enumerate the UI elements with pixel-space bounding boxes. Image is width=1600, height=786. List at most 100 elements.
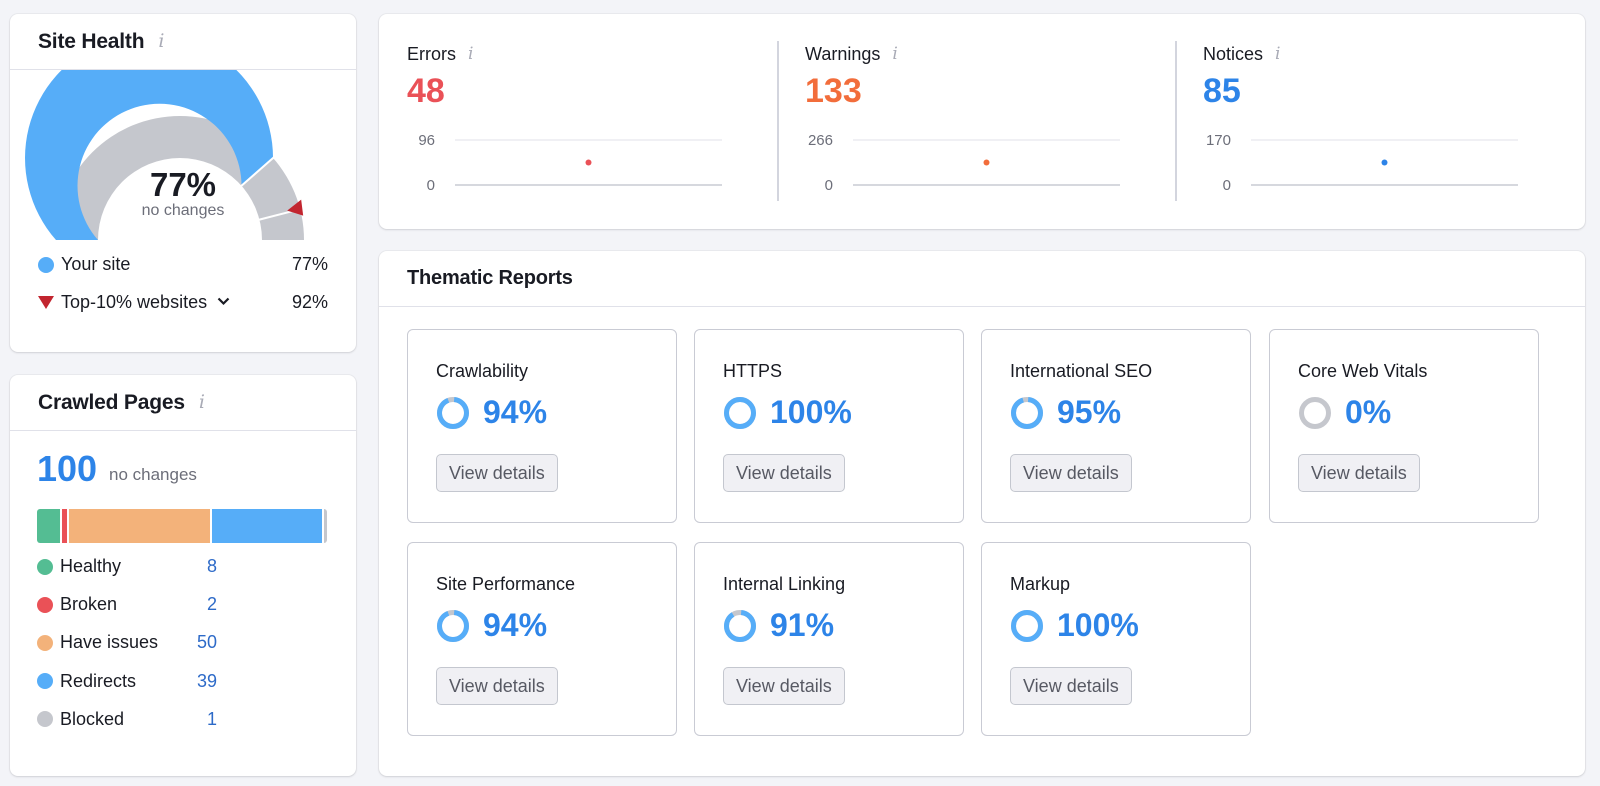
- info-icon[interactable]: i: [199, 393, 205, 412]
- legend-label: Blocked: [60, 708, 125, 729]
- report-name: Crawlability: [436, 361, 529, 381]
- status-dot-icon: [37, 558, 53, 575]
- errors-count[interactable]: 48: [407, 72, 445, 111]
- donut-progress-icon: [724, 396, 756, 429]
- thematic-reports-title: Thematic Reports: [407, 267, 573, 289]
- warnings-count[interactable]: 133: [805, 72, 862, 111]
- report-tile: Site Performance 94% View details: [407, 542, 677, 736]
- report-name: Internal Linking: [723, 574, 846, 594]
- status-dot-icon: [37, 673, 53, 690]
- crawled-pages-legend-row: Healthy 8: [37, 556, 217, 577]
- legend-count-link[interactable]: 39: [197, 671, 217, 692]
- thematic-reports-card: Thematic Reports Crawlability 94% View det…: [379, 251, 1585, 776]
- report-percent[interactable]: 100%: [1057, 607, 1139, 644]
- report-tile: Markup 100% View details: [981, 542, 1251, 736]
- report-name: International SEO: [1010, 361, 1153, 381]
- site-health-card: Site Health i 77% no changes Your site 7…: [10, 14, 356, 352]
- view-details-button[interactable]: View details: [1010, 667, 1132, 705]
- report-tile: International SEO 95% View details: [981, 329, 1251, 523]
- report-percent[interactable]: 94%: [483, 607, 547, 644]
- crawled-pages-legend-row: Redirects 39: [37, 671, 217, 692]
- report-percent[interactable]: 94%: [483, 394, 547, 431]
- notices-trend-chart: 1700: [1206, 132, 1518, 194]
- crawled-pages-legend-row: Broken 2: [37, 594, 217, 615]
- view-details-button[interactable]: View details: [1010, 454, 1132, 492]
- top10-dropdown[interactable]: Top-10% websites: [61, 292, 292, 313]
- notices-label: Notices: [1203, 44, 1264, 64]
- legend-count-link[interactable]: 1: [207, 709, 217, 730]
- legend-count-link[interactable]: 2: [207, 594, 217, 615]
- info-icon[interactable]: i: [158, 32, 164, 51]
- legend-value: 92%: [291, 292, 328, 312]
- y-tick-max: 170: [1206, 132, 1231, 149]
- site-health-score: 77%: [149, 166, 217, 203]
- report-tile: Core Web Vitals 0% View details: [1269, 329, 1539, 523]
- y-tick-max: 266: [808, 132, 833, 149]
- legend-label: Healthy: [60, 556, 122, 576]
- view-details-button[interactable]: View details: [436, 454, 558, 492]
- bar-segment-have-issues[interactable]: [69, 509, 211, 543]
- crawled-pages-legend-row: Blocked 1: [37, 709, 217, 730]
- warnings-trend-chart: 266 0: [808, 132, 1120, 194]
- bar-segment-redirects[interactable]: [212, 509, 323, 543]
- crawled-pages-header: Crawled Pages i: [10, 375, 356, 431]
- view-details-button[interactable]: View details: [723, 667, 845, 705]
- legend-label: Have issues: [60, 632, 159, 653]
- issues-summary-card: Errors i 48 96 0 Warnings i 133 266 0 Notice…: [379, 14, 1585, 229]
- view-details-button[interactable]: View details: [1298, 454, 1420, 492]
- legend-label: Top-10% websites: [61, 292, 208, 312]
- warnings-panel: Warnings i 133 266 0: [777, 14, 1179, 229]
- info-icon[interactable]: i: [468, 46, 473, 63]
- chevron-down-icon[interactable]: [217, 293, 230, 309]
- errors-trend-chart: 96 0: [418, 132, 722, 194]
- info-icon[interactable]: i: [892, 46, 897, 63]
- notices-count[interactable]: 85: [1203, 72, 1241, 111]
- donut-progress-icon: [437, 609, 469, 642]
- legend-label: Redirects: [60, 670, 137, 691]
- donut-fill: [437, 609, 469, 642]
- report-percent[interactable]: 95%: [1057, 394, 1121, 431]
- y-tick-min: 0: [825, 177, 833, 194]
- crawled-pages-status: no changes: [109, 465, 197, 484]
- bar-segment-healthy[interactable]: [37, 509, 60, 543]
- report-score: 94%: [436, 394, 547, 431]
- legend-count-link[interactable]: 50: [197, 632, 217, 653]
- divider: [777, 41, 779, 201]
- donut-progress-icon: [1011, 609, 1043, 642]
- donut-fill: [1011, 609, 1043, 642]
- divider: [1175, 41, 1177, 201]
- bar-segment-broken[interactable]: [61, 509, 68, 543]
- crawled-pages-title: Crawled Pages: [38, 390, 185, 414]
- report-percent[interactable]: 0%: [1345, 394, 1391, 431]
- errors-label: Errors: [407, 44, 456, 64]
- report-tile: HTTPS 100% View details: [694, 329, 964, 523]
- crawled-pages-total[interactable]: 100: [37, 448, 97, 490]
- data-point: [983, 159, 990, 166]
- crawled-pages-card: Crawled Pages i 100 no changes Healthy 8 B…: [10, 375, 356, 776]
- donut-track: [1299, 396, 1331, 429]
- y-tick-min: 0: [1223, 177, 1231, 194]
- site-health-status: no changes: [141, 202, 225, 219]
- donut-fill: [724, 609, 756, 642]
- data-point: [585, 159, 592, 166]
- report-percent[interactable]: 100%: [770, 394, 852, 431]
- donut-progress-icon: [724, 609, 756, 642]
- view-details-button[interactable]: View details: [436, 667, 558, 705]
- y-tick-min: 0: [427, 177, 435, 194]
- report-score: 100%: [723, 394, 852, 431]
- report-score: 91%: [723, 607, 834, 644]
- notices-panel: Notices i 85 170 0: [1175, 14, 1577, 229]
- report-tile: Crawlability 94% View details: [407, 329, 677, 523]
- site-health-gauge: [25, 70, 304, 240]
- bar-segment-blocked[interactable]: [324, 509, 327, 543]
- top10-triangle-icon: [38, 296, 54, 309]
- info-icon[interactable]: i: [1275, 46, 1280, 63]
- site-health-title: Site Health: [38, 29, 145, 53]
- legend-count-link[interactable]: 8: [207, 556, 217, 577]
- status-dot-icon: [37, 634, 53, 651]
- status-dot-icon: [37, 596, 53, 613]
- report-name: Site Performance: [436, 574, 576, 594]
- report-percent[interactable]: 91%: [770, 607, 834, 644]
- donut-fill: [724, 396, 756, 429]
- view-details-button[interactable]: View details: [723, 454, 845, 492]
